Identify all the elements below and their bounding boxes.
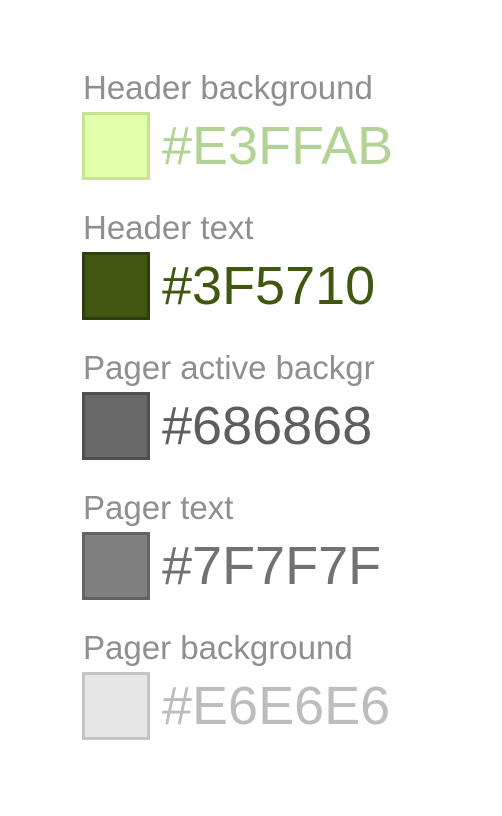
hex-value: #686868 bbox=[162, 396, 373, 456]
swatch-label: Pager active backgr bbox=[83, 349, 375, 386]
color-swatch bbox=[82, 252, 150, 320]
color-swatch bbox=[82, 112, 150, 180]
hex-value: #7F7F7F bbox=[162, 536, 382, 596]
swatch-header-background: Header background #E3FFAB bbox=[82, 68, 502, 208]
color-swatch bbox=[82, 392, 150, 460]
hex-value: #3F5710 bbox=[162, 256, 376, 316]
swatch-label: Header background bbox=[83, 69, 373, 106]
swatch-label: Pager background bbox=[83, 629, 353, 666]
color-swatch bbox=[82, 532, 150, 600]
swatch-header-text: Header text #3F5710 bbox=[82, 208, 502, 348]
swatch-pager-text: Pager text #7F7F7F bbox=[82, 488, 502, 628]
swatch-pager-background: Pager background #E6E6E6 bbox=[82, 628, 502, 768]
color-swatch bbox=[82, 672, 150, 740]
swatch-label: Header text bbox=[83, 209, 254, 246]
swatch-label: Pager text bbox=[83, 489, 234, 526]
color-palette: Header background #E3FFAB Header text #3… bbox=[82, 68, 502, 768]
swatch-pager-active-background: Pager active backgr #686868 bbox=[82, 348, 502, 488]
hex-value: #E6E6E6 bbox=[162, 676, 391, 736]
hex-value: #E3FFAB bbox=[162, 116, 394, 176]
